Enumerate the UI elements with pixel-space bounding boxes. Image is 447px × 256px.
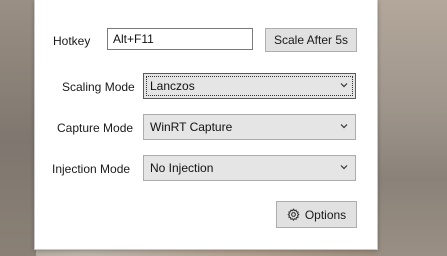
scaling-mode-value: Lanczos xyxy=(150,79,195,93)
capture-mode-label: Capture Mode xyxy=(57,121,134,135)
capture-mode-value: WinRT Capture xyxy=(150,120,233,134)
options-button-label: Options xyxy=(304,207,347,222)
scale-after-button-label: Scale After 5s xyxy=(273,33,349,47)
chevron-down-icon xyxy=(340,165,348,170)
background-left xyxy=(0,0,36,256)
chevron-down-icon xyxy=(340,124,348,129)
injection-mode-value: No Injection xyxy=(150,161,214,175)
capture-mode-select[interactable]: WinRT Capture xyxy=(143,114,356,140)
chevron-down-icon xyxy=(340,83,348,88)
hotkey-label: Hotkey xyxy=(53,34,91,48)
background-right xyxy=(375,0,447,256)
hotkey-input[interactable]: Alt+F11 xyxy=(107,28,253,50)
injection-mode-label: Injection Mode xyxy=(52,162,131,176)
options-button[interactable]: Options xyxy=(276,201,357,228)
injection-mode-select[interactable]: No Injection xyxy=(143,155,356,181)
settings-window: Hotkey Alt+F11 Scale After 5s Scaling Mo… xyxy=(34,0,378,250)
scaling-mode-select[interactable]: Lanczos xyxy=(143,73,356,99)
gear-icon xyxy=(287,208,300,221)
scale-after-button[interactable]: Scale After 5s xyxy=(265,28,357,52)
scaling-mode-label: Scaling Mode xyxy=(62,80,135,94)
